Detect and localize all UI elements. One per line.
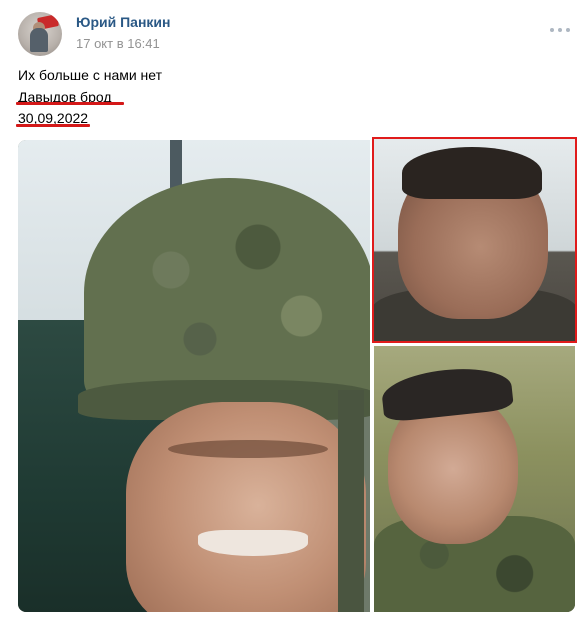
attached-photo-bottom-right[interactable] (374, 346, 575, 612)
red-highlight-frame (372, 137, 577, 343)
post-text-line-1: Их больше с нами нет (18, 67, 163, 83)
more-options-button[interactable] (550, 24, 570, 36)
post-card: Юрий Панкин 17 окт в 16:41 Их больше с н… (0, 0, 587, 620)
avatar-figure (30, 28, 48, 52)
attached-photo-top-right[interactable] (372, 137, 577, 343)
red-underline-annotation (16, 124, 90, 127)
attached-photo-main[interactable] (18, 140, 370, 612)
photo-helmet (84, 178, 370, 408)
author-name-link[interactable]: Юрий Панкин (76, 14, 170, 30)
more-horizontal-icon (566, 28, 570, 32)
post-date[interactable]: 17 окт в 16:41 (76, 36, 160, 51)
photo-face (126, 402, 366, 612)
red-underline-annotation (16, 102, 124, 105)
more-horizontal-icon (550, 28, 554, 32)
author-avatar[interactable] (18, 12, 62, 56)
more-horizontal-icon (558, 28, 562, 32)
photo-strap (338, 390, 364, 612)
photo-smile (198, 530, 308, 556)
photo-brow (168, 440, 328, 458)
